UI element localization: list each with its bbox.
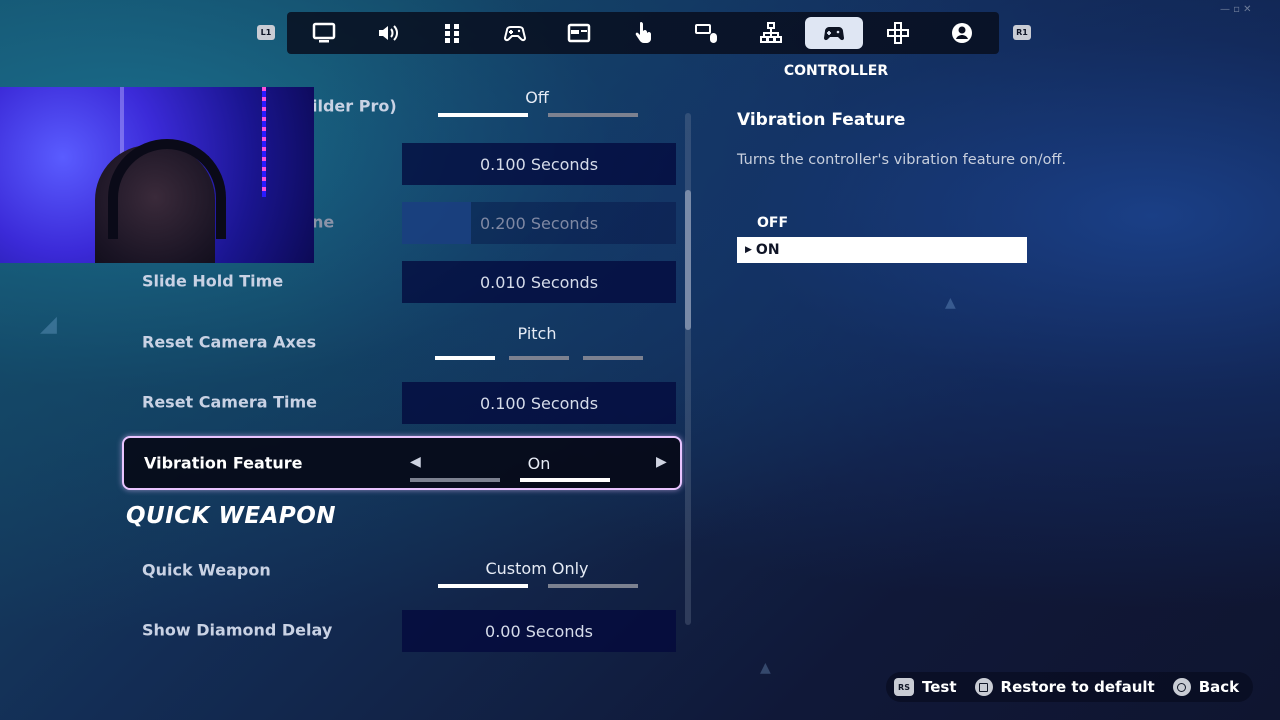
circle-button-icon [1172,678,1191,696]
setting-value: 0.00 Seconds [485,621,593,641]
setting-value: Off [525,88,549,107]
setting-label: Show Diamond Delay [142,620,333,640]
option-indicator [410,478,610,482]
option-label: ON [755,242,780,258]
controller-icon [824,27,845,41]
setting-row-vibration-feature[interactable]: Vibration Feature ◀ On ▶ [122,436,682,490]
setting-value: On [527,454,551,473]
setting-value: 0.100 Seconds [479,393,599,413]
window-icon [567,23,591,43]
option-bar [520,478,610,482]
setting-row-reset-camera-time[interactable]: Reset Camera Time 0.100 Seconds [122,376,682,428]
back-label: Back [1198,678,1240,696]
tab-controller-alt[interactable] [869,17,927,49]
option-indicator [438,584,638,588]
setting-label: ne [312,212,335,232]
option-bar [548,113,638,117]
setting-row-reset-camera-axes[interactable]: Reset Camera Axes Pitch [122,316,682,368]
scrollbar-thumb[interactable] [685,190,691,330]
webcam-overlay [0,87,314,263]
setting-slider[interactable]: 0.100 Seconds [402,143,676,185]
detail-description: Turns the controller's vibration feature… [737,152,1067,168]
dpad-icon [887,22,910,44]
setting-value: 0.200 Seconds [479,213,599,233]
square-button-icon [974,678,993,696]
touch-icon [635,22,651,43]
speaker-icon [378,25,398,41]
setting-value: Pitch [517,324,557,343]
tab-game[interactable] [486,17,544,49]
option-bar [435,356,495,360]
setting-label: Quick Weapon [142,560,271,580]
tab-display[interactable] [295,17,353,49]
window-controls[interactable]: — ▫ ✕ [1220,4,1252,15]
background-triangle: ◢ [40,312,57,337]
account-icon [951,23,972,43]
setting-label: ilder Pro) [312,96,397,116]
grid-icon [444,24,459,43]
chevron-right-icon[interactable]: ▶ [656,454,667,470]
settings-tab-bar [287,12,999,54]
setting-label: Reset Camera Axes [142,332,317,352]
tab-layout[interactable] [742,17,800,49]
group-heading: QUICK WEAPON [126,503,337,529]
setting-slider[interactable]: 0.010 Seconds [402,261,676,303]
caret-right-icon: ▶ [745,245,752,255]
hierarchy-icon [759,22,782,43]
tab-game-ui[interactable] [550,17,608,49]
restore-label: Restore to default [1000,678,1155,696]
setting-row-quick-weapon[interactable]: Quick Weapon Custom Only [122,544,682,596]
setting-label: Slide Hold Time [142,271,284,291]
rs-button-icon: RS [894,678,914,696]
keyboard-mouse-icon [694,24,717,43]
setting-row-show-diamond-delay[interactable]: Show Diamond Delay 0.00 Seconds [122,604,682,656]
setting-label: Reset Camera Time [142,392,318,412]
option-bar [410,478,500,482]
option-label: OFF [757,215,789,231]
l1-bumper-icon[interactable]: L1 [257,25,275,40]
option-indicator [438,113,638,117]
setting-slider[interactable]: 0.200 Seconds [402,202,676,244]
option-bar [509,356,569,360]
option-off[interactable]: OFF [737,210,1027,236]
slider-fill [402,202,471,244]
setting-value: 0.010 Seconds [479,272,599,292]
tab-audio[interactable] [359,17,417,49]
setting-slider[interactable]: 0.100 Seconds [402,382,676,424]
test-button[interactable]: RS Test [894,678,957,696]
option-bar [438,584,528,588]
gamepad-icon [504,26,527,42]
option-bar [583,356,643,360]
monitor-icon [312,22,336,43]
footer-actions: RS Test Restore to default Back [886,672,1254,702]
option-indicator [435,356,643,360]
test-label: Test [922,678,957,696]
tab-account[interactable] [933,17,991,49]
active-tab-title: CONTROLLER [783,63,889,79]
option-bar [438,113,528,117]
background-triangle: ▲ [760,660,771,676]
option-bar [548,584,638,588]
detail-title: Vibration Feature [737,110,906,130]
setting-label: Vibration Feature [144,453,303,473]
setting-slider[interactable]: 0.00 Seconds [402,610,676,652]
restore-default-button[interactable]: Restore to default [974,678,1155,696]
background-triangle: ▲ [945,295,956,311]
back-button[interactable]: Back [1172,678,1240,696]
r1-bumper-icon[interactable]: R1 [1013,25,1031,40]
setting-value: Custom Only [485,559,589,578]
webcam-light [262,87,266,197]
webcam-headset [108,139,226,239]
tab-controller[interactable] [805,17,864,49]
tab-touch[interactable] [614,17,672,49]
tab-keyboard-mouse[interactable] [678,17,736,49]
tab-accessibility[interactable] [423,17,481,49]
setting-value: 0.100 Seconds [479,154,599,174]
option-on[interactable]: ▶ ON [737,237,1027,263]
